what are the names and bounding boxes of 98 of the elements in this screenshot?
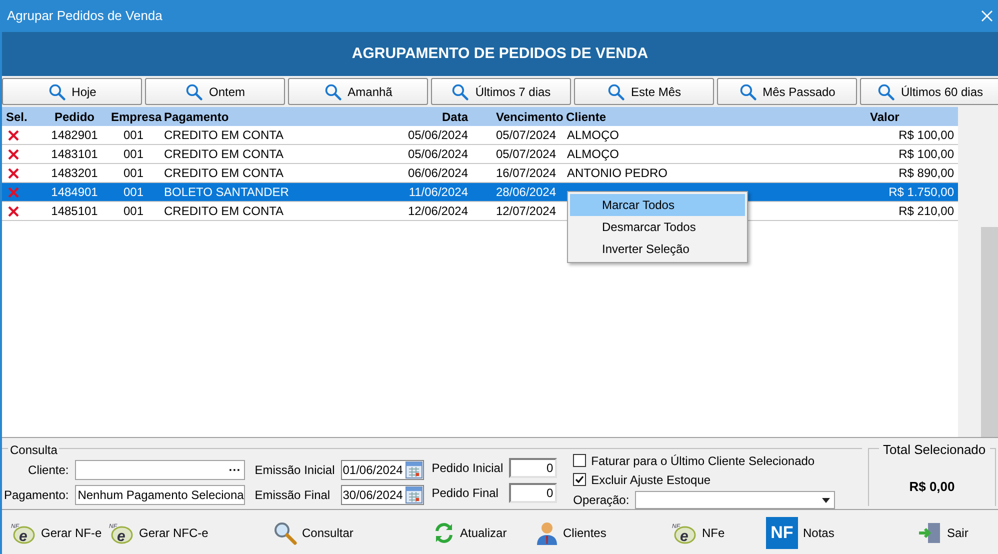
table-cell-text: 05/06/2024 (406, 146, 469, 163)
cross-icon[interactable] (8, 130, 19, 140)
column-header: Pagamento (163, 108, 230, 126)
window-title: Agrupar Pedidos de Venda (7, 7, 162, 26)
cliente-field[interactable]: ··· (74, 460, 245, 480)
pagamento-dropdown[interactable]: Nenhum Pagamento Seleciona (74, 485, 245, 505)
column-header: Empresa (110, 108, 160, 126)
search-icon (184, 82, 203, 100)
table-cell-text: CREDITO EM CONTA (163, 203, 285, 220)
field-label: Operação: (573, 492, 630, 509)
nf-logo-icon: NF (766, 516, 798, 548)
toolbar-button[interactable]: Atualizar (433, 514, 536, 550)
field-label: Pedido Inicial (432, 460, 504, 477)
browse-button[interactable]: ··· (228, 461, 241, 479)
checkbox-label: Excluir Ajuste Estoque (591, 472, 711, 488)
table-cell-text: 16/07/2024 (494, 165, 557, 182)
field-label: Pedido Final (432, 485, 500, 502)
pedido-field[interactable]: 0 (509, 458, 558, 478)
table-cell-text: 12/06/2024 (406, 203, 469, 220)
field-label: Pagamento: (4, 487, 69, 504)
table-cell-text: 12/07/2024 (494, 203, 557, 220)
date-field[interactable]: 30/06/2024 (340, 485, 424, 505)
table-cell-text: CREDITO EM CONTA (163, 127, 285, 144)
period-button[interactable]: Este Mês (574, 78, 714, 105)
calendar-icon[interactable] (404, 461, 423, 479)
table-cell-text: 001 (122, 203, 145, 220)
table-cell: ANTONIO PEDRO (567, 166, 668, 180)
operacao-dropdown[interactable] (635, 491, 836, 509)
search-icon (606, 82, 625, 100)
table-cell-text: R$ 890,00 (898, 165, 955, 182)
search-icon (324, 82, 342, 100)
close-icon[interactable] (981, 10, 993, 22)
table-cell-text: 001 (122, 184, 145, 201)
column-header: Vencimento (495, 108, 562, 126)
cross-icon[interactable] (8, 168, 19, 178)
period-button[interactable]: Amanhã (288, 78, 428, 105)
table-cell-text: R$ 100,00 (898, 146, 955, 163)
column-header: Valor (869, 108, 900, 126)
checkbox-label: Faturar para o Último Cliente Selecionado (591, 452, 815, 470)
table-cell-text: 1483101 (50, 146, 99, 163)
pedido-field[interactable]: 0 (509, 483, 558, 503)
vertical-scrollbar[interactable] (958, 107, 998, 437)
column-header: Cliente (565, 108, 608, 126)
table-cell-text: 001 (122, 146, 145, 163)
toolbar-button[interactable]: Clientes (536, 514, 671, 550)
table-cell-text: R$ 100,00 (898, 127, 955, 144)
checkbox[interactable] (573, 454, 586, 467)
table-cell-text: 1485101 (50, 203, 99, 220)
table-cell-text: R$ 1.750,00 (888, 184, 955, 201)
table-cell-text: R$ 210,00 (898, 203, 955, 220)
calendar-icon[interactable] (404, 486, 423, 504)
table-cell-text: 1484901 (50, 184, 99, 201)
period-button[interactable]: Mês Passado (717, 78, 857, 105)
menu-item[interactable]: Marcar Todos (570, 194, 745, 216)
table-cell-text: 11/06/2024 (408, 184, 469, 201)
table-cell-text: 05/07/2024 (494, 127, 557, 144)
table-cell-text: CREDITO EM CONTA (163, 165, 285, 182)
table-cell: ALMOÇO (567, 147, 620, 161)
field-label: Emissão Final (254, 487, 332, 504)
toolbar-button[interactable]: Consultar (273, 514, 433, 550)
dropdown-arrow-icon (822, 498, 830, 502)
period-button[interactable]: Últimos 60 dias (860, 78, 998, 105)
menu-item[interactable]: Inverter Seleção (570, 238, 745, 260)
header-title: AGRUPAMENTO DE PEDIDOS DE VENDA (352, 44, 648, 64)
cross-icon[interactable] (8, 148, 19, 160)
search-icon (738, 82, 757, 100)
table-cell-text: BOLETO SANTANDER (163, 184, 290, 201)
column-header: Data (440, 108, 470, 126)
search-icon (451, 82, 470, 100)
date-field[interactable]: 01/06/2024 (340, 460, 424, 480)
period-button[interactable]: Últimos 7 dias (431, 78, 571, 105)
search-icon (876, 82, 895, 100)
field-label: Cliente: (28, 462, 69, 479)
toolbar-button[interactable]: NF Notas (766, 514, 916, 550)
period-button[interactable]: Hoje (2, 78, 142, 105)
cross-icon[interactable] (8, 206, 19, 216)
search-icon (273, 520, 297, 544)
total-value: R$ 0,00 (909, 478, 955, 496)
period-button[interactable]: Ontem (145, 78, 285, 105)
table-cell-text: 05/06/2024 (406, 127, 469, 144)
person-icon (536, 520, 558, 544)
table-cell-text: 001 (122, 127, 145, 144)
table-cell-text: 06/06/2024 (406, 165, 469, 182)
table-cell-text: 05/07/2024 (494, 146, 557, 163)
table-cell-text: 001 (122, 165, 145, 182)
table-cell: ALMOÇO (567, 128, 620, 142)
refresh-icon (433, 522, 455, 544)
table-cell-text: 28/06/2024 (494, 184, 557, 201)
table-cell-text: CREDITO EM CONTA (163, 146, 285, 163)
search-icon (48, 82, 66, 100)
toolbar-button[interactable]: Sair (918, 514, 978, 550)
checkbox[interactable] (573, 473, 586, 486)
field-label: Emissão Inicial (254, 462, 335, 479)
column-header: Pedido (53, 108, 96, 126)
exit-door-icon (918, 520, 942, 544)
column-header: Sel. (5, 108, 28, 126)
table-cell-text: 1483201 (50, 165, 99, 182)
table-cell-text: 1482901 (50, 127, 99, 144)
